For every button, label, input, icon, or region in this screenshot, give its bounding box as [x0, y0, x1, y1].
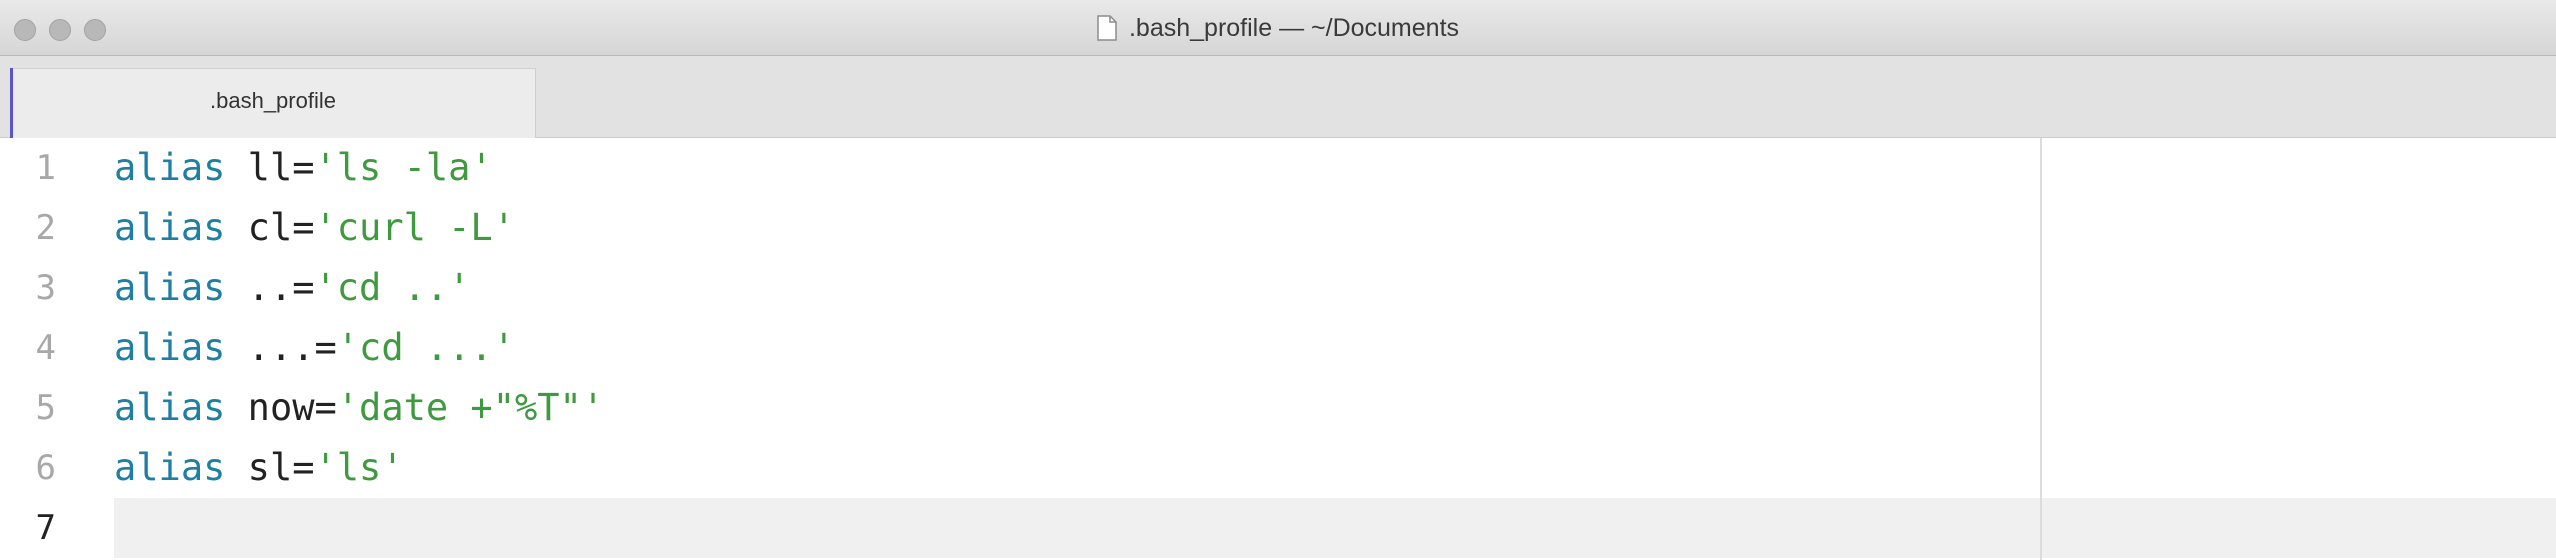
alias-name-token: cl= — [225, 206, 315, 249]
code-text: alias sl='ls' — [114, 438, 404, 498]
alias-name-token: ll= — [225, 146, 315, 189]
alias-name-token: now= — [225, 386, 337, 429]
string-token: 'cd ...' — [336, 326, 515, 369]
window-title-group: .bash_profile — ~/Documents — [0, 0, 2556, 56]
code-text: alias ll='ls -la' — [114, 138, 493, 198]
code-text: alias ..='cd ..' — [114, 258, 470, 318]
keyword-token: alias — [114, 386, 226, 429]
keyword-token: alias — [114, 206, 226, 249]
string-token: 'date +"%T"' — [336, 386, 605, 429]
line-number: 1 — [35, 148, 56, 188]
line-number: 4 — [35, 328, 56, 368]
code-line[interactable]: 3 alias ..='cd ..' — [0, 258, 2556, 318]
keyword-token: alias — [114, 446, 226, 489]
code-line-active[interactable]: 7 — [0, 498, 2556, 558]
code-text: alias now='date +"%T"' — [114, 378, 604, 438]
tab-bar: .bash_profile — [0, 56, 2556, 140]
code-line[interactable]: 6 alias sl='ls' — [0, 438, 2556, 498]
code-text: alias ...='cd ...' — [114, 318, 515, 378]
alias-name-token: sl= — [225, 446, 315, 489]
code-line[interactable]: 4 alias ...='cd ...' — [0, 318, 2556, 378]
line-number: 7 — [35, 508, 56, 548]
editor-window: .bash_profile — ~/Documents .bash_profil… — [0, 0, 2556, 560]
line-number: 5 — [35, 388, 56, 428]
title-bar: .bash_profile — ~/Documents — [0, 0, 2556, 56]
keyword-token: alias — [114, 266, 226, 309]
tab-bash-profile[interactable]: .bash_profile — [10, 68, 536, 139]
active-tab-indicator — [10, 68, 13, 140]
keyword-token: alias — [114, 146, 226, 189]
string-token: 'ls' — [314, 446, 404, 489]
string-token: 'cd ..' — [314, 266, 471, 309]
tab-label: .bash_profile — [210, 88, 336, 113]
line-number: 3 — [35, 268, 56, 308]
line-number: 6 — [35, 448, 56, 488]
keyword-token: alias — [114, 326, 226, 369]
string-token: 'ls -la' — [314, 146, 493, 189]
string-token: 'curl -L' — [314, 206, 515, 249]
code-line[interactable]: 1 alias ll='ls -la' — [0, 138, 2556, 198]
code-line[interactable]: 5 alias now='date +"%T"' — [0, 378, 2556, 438]
code-text: alias cl='curl -L' — [114, 198, 515, 258]
line-number: 2 — [35, 208, 56, 248]
alias-name-token: ...= — [225, 326, 337, 369]
code-line[interactable]: 2 alias cl='curl -L' — [0, 198, 2556, 258]
code-editor[interactable]: 1 alias ll='ls -la' 2 alias cl='curl -L'… — [0, 138, 2556, 560]
window-title: .bash_profile — ~/Documents — [1128, 13, 1460, 42]
document-icon[interactable] — [1097, 15, 1117, 41]
alias-name-token: ..= — [225, 266, 315, 309]
